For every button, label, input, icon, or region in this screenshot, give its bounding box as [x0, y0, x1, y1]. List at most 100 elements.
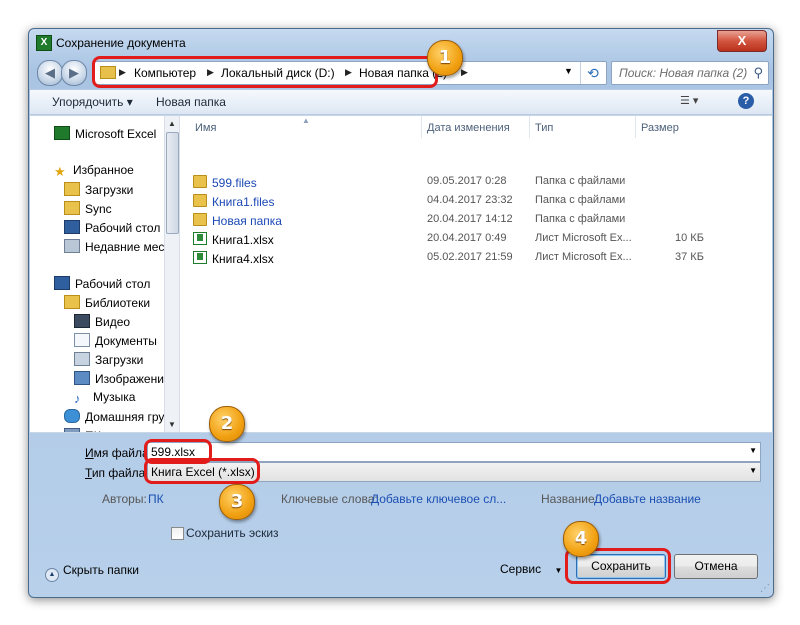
sidebar-item-label: Документы — [95, 334, 157, 348]
filetype-label-text: ип файла: — [91, 466, 149, 480]
sidebar-item-excel[interactable]: Microsoft Excel — [54, 126, 156, 144]
file-type: Папка с файлами — [535, 175, 626, 187]
video-icon — [74, 314, 90, 328]
star-icon: ★ — [54, 164, 66, 179]
search-icon[interactable]: ⚲ — [753, 65, 763, 81]
sidebar-item-pc[interactable]: ПК — [64, 428, 101, 432]
title-bar: X Сохранение документа X — [29, 29, 773, 57]
sidebar-item-label: Библиотеки — [85, 296, 151, 310]
sidebar-item-downloads[interactable]: Загрузки — [64, 182, 133, 200]
file-name: Книга1.files — [193, 194, 274, 209]
folder-icon — [64, 201, 80, 215]
forward-arrow-icon[interactable]: ▶ — [61, 60, 87, 86]
downloads-icon — [74, 352, 90, 366]
file-date: 04.04.2017 23:32 — [427, 194, 513, 206]
file-name: 599.files — [193, 175, 257, 190]
sidebar-item-documents[interactable]: Документы — [74, 333, 157, 351]
authors-label: Авторы: — [102, 492, 147, 506]
file-row[interactable]: Книга4.xlsx 05.02.2017 21:59 Лист Micros… — [185, 249, 765, 267]
sidebar-item-homegroup[interactable]: Домашняя груп — [64, 409, 164, 427]
help-icon[interactable]: ? — [738, 93, 754, 109]
sidebar-item-label: Музыка — [93, 390, 136, 404]
file-type: Лист Microsoft Ex... — [535, 251, 632, 263]
sidebar-scrollbar[interactable]: ▲ ▼ — [164, 116, 180, 432]
sidebar-item-label: Загрузки — [85, 183, 134, 197]
cancel-button[interactable]: Отмена — [674, 554, 758, 579]
keywords-value[interactable]: Добавьте ключевое сл... — [371, 492, 506, 506]
scroll-up-icon[interactable]: ▲ — [168, 119, 176, 128]
computer-icon — [64, 428, 80, 432]
save-thumbnail-checkbox[interactable] — [171, 527, 184, 540]
column-header-name[interactable]: Имя — [195, 122, 216, 134]
toolbar: Упорядочить ▾ Новая папка ☰ ▾ ? — [30, 89, 772, 115]
file-row[interactable]: Книга1.xlsx 20.04.2017 0:49 Лист Microso… — [185, 230, 765, 248]
sidebar-item-label: Sync — [85, 202, 112, 216]
filename-label-accesskey: И — [85, 446, 94, 460]
back-arrow-icon[interactable]: ◀ — [37, 60, 63, 86]
folder-icon — [193, 194, 207, 207]
sidebar-item-video[interactable]: Видео — [74, 314, 130, 332]
chevron-down-icon: ▼ — [554, 566, 563, 575]
scrollbar-thumb[interactable] — [166, 132, 179, 234]
title-value[interactable]: Добавьте название — [594, 492, 701, 506]
column-header-date[interactable]: Дата изменения — [427, 122, 510, 134]
chevron-down-icon[interactable]: ▼ — [749, 446, 757, 455]
sidebar-item-library-downloads[interactable]: Загрузки — [74, 352, 143, 370]
scroll-down-icon[interactable]: ▼ — [168, 420, 176, 429]
save-thumbnail-label[interactable]: Сохранить эскиз — [186, 526, 279, 540]
file-row[interactable]: Новая папка 20.04.2017 14:12 Папка с фай… — [185, 211, 765, 229]
folder-icon — [193, 175, 207, 188]
resize-grip-icon[interactable]: ⋰ — [760, 583, 770, 594]
save-dialog: X Сохранение документа X ◀ ▶ ▶ Компьютер… — [28, 28, 774, 598]
sidebar-item-favorites[interactable]: ★ Избранное — [54, 163, 134, 181]
step-badge-1: 1 — [427, 40, 463, 76]
sidebar-item-recent-places[interactable]: Недавние места — [64, 239, 164, 257]
file-date: 05.02.2017 21:59 — [427, 251, 513, 263]
sidebar-item-pictures[interactable]: Изображения — [74, 371, 164, 389]
authors-value[interactable]: ПК — [148, 492, 164, 506]
file-name-text: Книга1.xlsx — [212, 233, 274, 247]
search-input[interactable]: Поиск: Новая папка (2) ⚲ — [611, 61, 769, 85]
sidebar-item-music[interactable]: ♪ Музыка — [74, 390, 135, 408]
tools-menu[interactable]: Сервис ▼ — [500, 562, 562, 576]
sidebar-item-label: ПК — [85, 429, 101, 432]
step-badge-4: 4 — [563, 521, 599, 557]
chevron-up-icon: ▲ — [45, 568, 59, 582]
hide-folders-button[interactable]: ▲ Скрыть папки — [45, 563, 139, 582]
column-header-type[interactable]: Тип — [535, 122, 553, 134]
browser-panel: Microsoft Excel ★ Избранное Загрузки Sync… — [30, 115, 772, 433]
file-date: 20.04.2017 0:49 — [427, 232, 507, 244]
sort-indicator-icon: ▲ — [302, 116, 310, 125]
close-button[interactable]: X — [717, 30, 767, 52]
sidebar-item-sync[interactable]: Sync — [64, 201, 112, 219]
chevron-down-icon[interactable]: ▼ — [564, 66, 573, 76]
sidebar-item-libraries[interactable]: Библиотеки — [64, 295, 150, 313]
file-name-text: 599.files — [212, 176, 257, 190]
sidebar-item-label: Видео — [95, 315, 131, 329]
sidebar-item-desktop[interactable]: Рабочий стол — [64, 220, 160, 238]
file-date: 09.05.2017 0:28 — [427, 175, 507, 187]
file-row[interactable]: Книга1.files 04.04.2017 23:32 Папка с фа… — [185, 192, 765, 210]
new-folder-button[interactable]: Новая папка — [156, 95, 226, 109]
refresh-icon[interactable]: ⟲ — [580, 62, 605, 84]
desktop-icon — [64, 220, 80, 234]
file-type: Папка с файлами — [535, 194, 626, 206]
view-options-icon[interactable]: ☰ ▾ — [680, 94, 710, 110]
chevron-down-icon[interactable]: ▼ — [749, 466, 757, 475]
file-name-text: Книга4.xlsx — [212, 252, 274, 266]
file-name: Новая папка — [193, 213, 282, 228]
file-row[interactable]: 599.files 09.05.2017 0:28 Папка с файлам… — [185, 173, 765, 191]
sidebar-item-label: Рабочий стол — [75, 277, 151, 291]
search-placeholder: Поиск: Новая папка (2) — [619, 66, 748, 80]
sidebar-item-desktop-root[interactable]: Рабочий стол — [54, 276, 150, 294]
sidebar-item-label: Избранное — [73, 163, 134, 177]
folder-icon — [193, 213, 207, 226]
tools-menu-label: Сервис — [500, 562, 542, 576]
keywords-label: Ключевые слова: — [281, 492, 378, 506]
file-name-text: Новая папка — [212, 214, 282, 228]
column-header-size[interactable]: Размер — [641, 122, 679, 134]
filename-label: Имя файла: — [85, 446, 152, 460]
organize-menu[interactable]: Упорядочить ▾ — [52, 95, 133, 109]
file-name: Книга4.xlsx — [193, 251, 274, 266]
xlsx-icon — [193, 251, 207, 264]
